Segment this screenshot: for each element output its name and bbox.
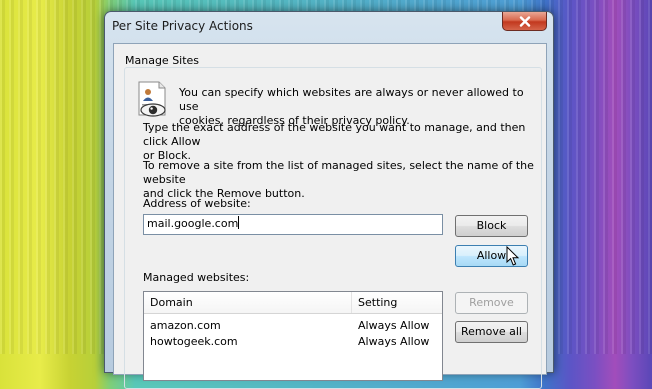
address-input[interactable]: mail.google.com <box>143 214 443 235</box>
address-label: Address of website: <box>143 197 251 210</box>
managed-websites-list[interactable]: Domain Setting amazon.com Always Allow h… <box>143 291 443 381</box>
domain-cell: howtogeek.com <box>150 335 238 348</box>
column-header-domain[interactable]: Domain <box>144 292 351 313</box>
list-item[interactable]: amazon.com Always Allow <box>144 318 442 334</box>
managed-websites-label: Managed websites: <box>143 271 250 284</box>
window-title: Per Site Privacy Actions <box>112 19 253 33</box>
setting-cell: Always Allow <box>358 335 430 348</box>
title-bar[interactable]: Per Site Privacy Actions <box>105 12 553 40</box>
text-caret <box>238 216 240 229</box>
column-header-setting[interactable]: Setting <box>351 292 444 313</box>
group-title: Manage Sites <box>123 54 202 67</box>
privacy-dialog: Per Site Privacy Actions Manage Sites Yo… <box>104 11 554 389</box>
intro-line-1: You can specify which websites are alway… <box>179 86 524 113</box>
privacy-icon <box>138 81 166 117</box>
address-value: mail.google.com <box>147 217 239 230</box>
close-icon <box>519 15 530 27</box>
remove-line-1: To remove a site from the list of manage… <box>143 159 534 186</box>
block-button[interactable]: Block <box>455 215 528 237</box>
close-button[interactable] <box>502 12 547 31</box>
dialog-body: Manage Sites You can specify which websi… <box>113 43 547 389</box>
setting-cell: Always Allow <box>358 319 430 332</box>
remove-all-button[interactable]: Remove all <box>455 321 528 343</box>
remove-button[interactable]: Remove <box>455 292 528 314</box>
domain-cell: amazon.com <box>150 319 221 332</box>
list-item[interactable]: howtogeek.com Always Allow <box>144 334 442 350</box>
list-header: Domain Setting <box>144 292 442 314</box>
instructions-text: Type the exact address of the website yo… <box>143 121 546 163</box>
instructions-line-1: Type the exact address of the website yo… <box>143 121 526 148</box>
remove-instructions-text: To remove a site from the list of manage… <box>143 159 546 201</box>
mouse-pointer-icon <box>506 246 520 266</box>
